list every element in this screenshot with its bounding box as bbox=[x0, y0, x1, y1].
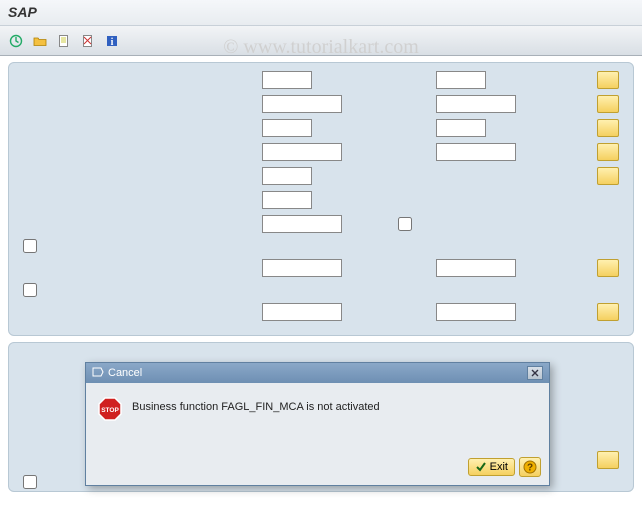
svg-text:i: i bbox=[111, 37, 114, 48]
info-icon: i bbox=[105, 34, 119, 48]
exit-button[interactable]: Exit bbox=[468, 458, 515, 476]
multi-select-button-6[interactable] bbox=[597, 259, 619, 277]
multi-select-button-1[interactable] bbox=[597, 71, 619, 89]
dialog-close-button[interactable] bbox=[527, 366, 543, 380]
input-r11-c1[interactable] bbox=[262, 303, 342, 321]
exit-button-label: Exit bbox=[490, 461, 508, 473]
multi-select-button-7[interactable] bbox=[597, 303, 619, 321]
clock-execute-icon bbox=[9, 34, 23, 48]
input-r11-c2[interactable] bbox=[436, 303, 516, 321]
multi-select-button-5[interactable] bbox=[597, 167, 619, 185]
folder-open-icon bbox=[33, 34, 47, 48]
close-icon bbox=[531, 369, 539, 377]
input-r1-c1[interactable] bbox=[262, 71, 312, 89]
dialog-message: Business function FAGL_FIN_MCA is not ac… bbox=[132, 397, 380, 413]
input-r4-c2[interactable] bbox=[436, 143, 516, 161]
input-r3-c2[interactable] bbox=[436, 119, 486, 137]
dialog-title: Cancel bbox=[108, 367, 142, 379]
toolbar: i bbox=[0, 26, 642, 56]
document-new-icon bbox=[57, 34, 71, 48]
input-r4-c1[interactable] bbox=[262, 143, 342, 161]
checkbox-r10-left[interactable] bbox=[23, 283, 37, 297]
input-r9-c2[interactable] bbox=[436, 259, 516, 277]
checkbox-r8-left[interactable] bbox=[23, 239, 37, 253]
check-icon bbox=[475, 461, 487, 473]
window-titlebar: SAP bbox=[0, 0, 642, 26]
input-r5-c1[interactable] bbox=[262, 167, 312, 185]
svg-text:STOP: STOP bbox=[101, 407, 119, 414]
dialog-body: STOP Business function FAGL_FIN_MCA is n… bbox=[86, 383, 549, 453]
multi-select-button-3[interactable] bbox=[597, 119, 619, 137]
panel-1 bbox=[8, 62, 634, 336]
dialog-title-icon bbox=[92, 367, 104, 380]
input-r2-c2[interactable] bbox=[436, 95, 516, 113]
execute-button[interactable] bbox=[6, 31, 26, 51]
svg-text:?: ? bbox=[527, 463, 533, 474]
input-r6-c1[interactable] bbox=[262, 191, 312, 209]
dialog-footer: Exit ? bbox=[86, 453, 549, 485]
window-title: SAP bbox=[8, 4, 37, 20]
checkbox-r7[interactable] bbox=[398, 217, 412, 231]
document-delete-icon bbox=[81, 34, 95, 48]
input-r9-c1[interactable] bbox=[262, 259, 342, 277]
multi-select-button-4[interactable] bbox=[597, 143, 619, 161]
information-button[interactable]: i bbox=[102, 31, 122, 51]
cancel-dialog: Cancel STOP Business function FAGL_FIN_M… bbox=[85, 362, 550, 486]
dialog-titlebar: Cancel bbox=[86, 363, 549, 383]
input-r3-c1[interactable] bbox=[262, 119, 312, 137]
input-r7-c1[interactable] bbox=[262, 215, 342, 233]
multi-select-button-2[interactable] bbox=[597, 95, 619, 113]
toolbar-button-3[interactable] bbox=[54, 31, 74, 51]
multi-select-button-8[interactable] bbox=[597, 451, 619, 469]
input-r1-c2[interactable] bbox=[436, 71, 486, 89]
help-button[interactable]: ? bbox=[519, 457, 541, 477]
toolbar-button-4[interactable] bbox=[78, 31, 98, 51]
stop-icon: STOP bbox=[98, 397, 122, 421]
question-icon: ? bbox=[523, 460, 537, 474]
get-variant-button[interactable] bbox=[30, 31, 50, 51]
checkbox-p2-left[interactable] bbox=[23, 475, 37, 489]
input-r2-c1[interactable] bbox=[262, 95, 342, 113]
